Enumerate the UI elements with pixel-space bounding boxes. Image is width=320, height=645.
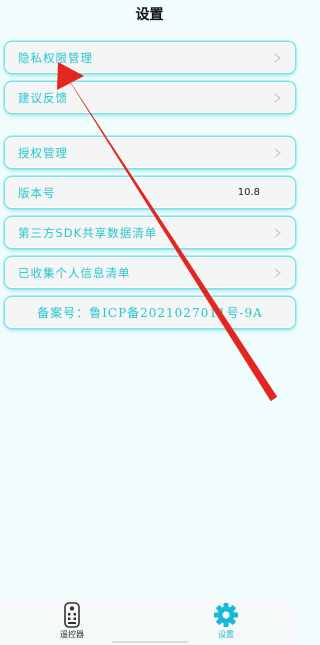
chevron-right-icon: [274, 268, 282, 278]
icp-record-label: 备案号：鲁ICP备2021027011号-9A: [37, 306, 263, 320]
chevron-right-icon: [274, 53, 282, 63]
icp-record-item[interactable]: 备案号：鲁ICP备2021027011号-9A: [5, 297, 295, 328]
tab-remote[interactable]: 遥控器: [42, 602, 102, 640]
home-indicator: [112, 641, 188, 643]
privacy-permission-label: 隐私权限管理: [18, 50, 93, 65]
version-label: 版本号: [18, 185, 56, 200]
feedback-label: 建议反馈: [18, 90, 68, 105]
feedback-item[interactable]: 建议反馈: [5, 82, 295, 113]
collected-info-label: 已收集个人信息清单: [18, 265, 131, 280]
tab-settings[interactable]: 设置: [196, 602, 256, 640]
sdk-list-label: 第三方SDK共享数据清单: [18, 225, 158, 240]
tab-remote-label: 遥控器: [60, 630, 84, 639]
chevron-right-icon: [274, 93, 282, 103]
bottom-tab-bar: 遥控器 设置: [0, 598, 299, 645]
authorization-label: 授权管理: [18, 145, 68, 160]
version-item: 版本号 10.8: [5, 177, 295, 208]
settings-page: 设置 隐私权限管理 建议反馈 授权管理 版本号 10.8 第三方SDK共享数据清…: [0, 0, 299, 645]
chevron-right-icon: [274, 148, 282, 158]
privacy-permission-item[interactable]: 隐私权限管理: [5, 42, 295, 73]
tab-settings-label: 设置: [218, 630, 234, 639]
authorization-item[interactable]: 授权管理: [5, 137, 295, 168]
sdk-list-item[interactable]: 第三方SDK共享数据清单: [5, 217, 295, 248]
remote-icon: [64, 602, 80, 628]
chevron-right-icon: [274, 228, 282, 238]
collected-info-item[interactable]: 已收集个人信息清单: [5, 257, 295, 288]
gear-icon: [214, 603, 238, 627]
version-value: 10.8: [237, 187, 260, 198]
page-title: 设置: [135, 7, 164, 23]
